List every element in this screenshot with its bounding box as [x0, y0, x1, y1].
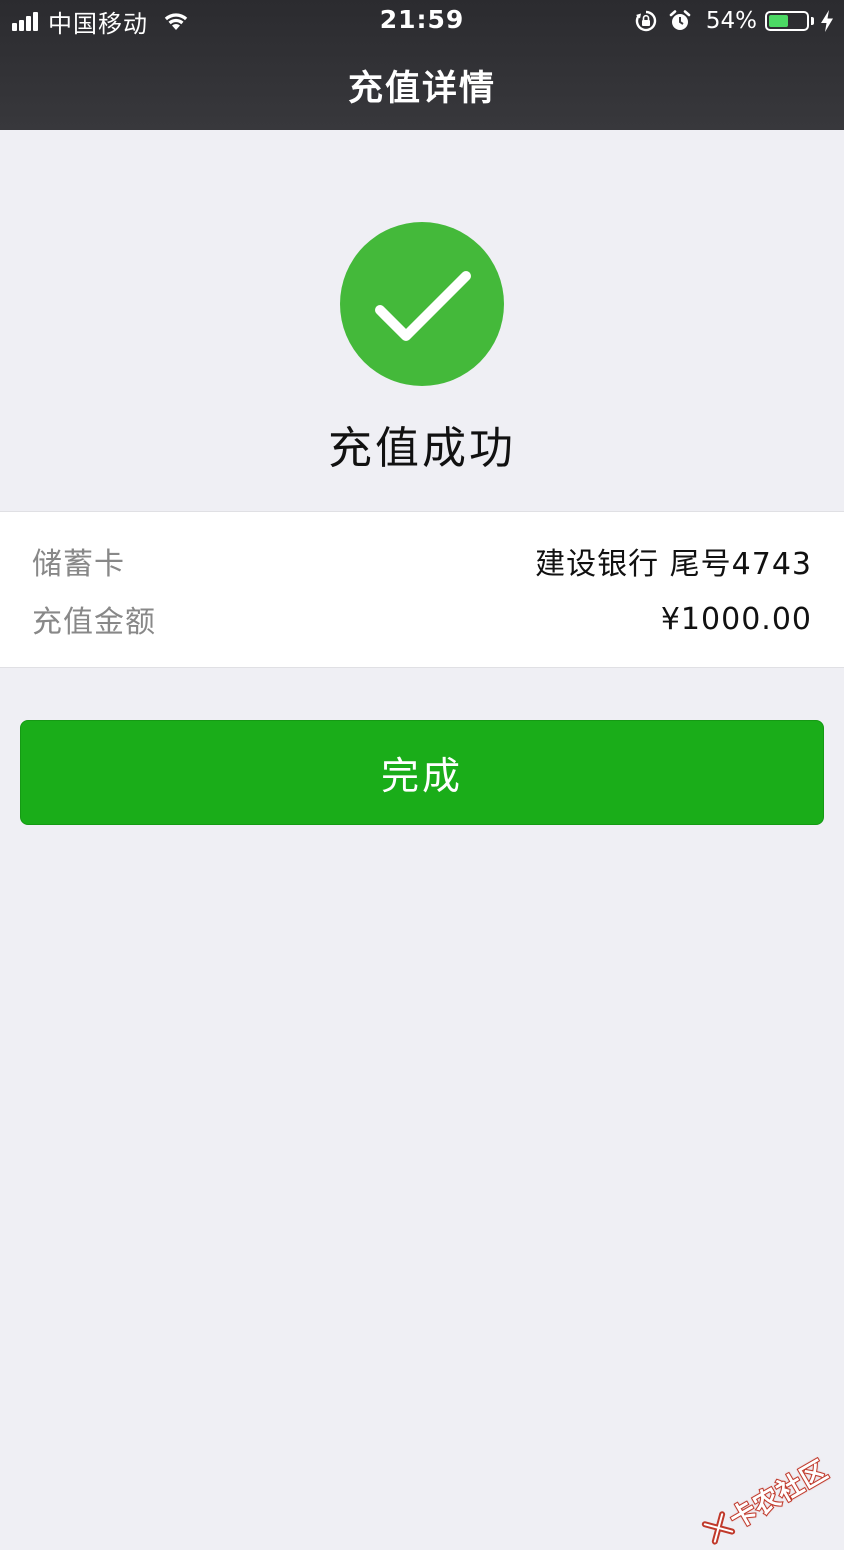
status-bar: 中国移动 21:59 54% [0, 0, 844, 44]
amount-value: ¥1000.00 [660, 601, 812, 637]
recharge-details: 储蓄卡 建设银行 尾号4743 充值金额 ¥1000.00 [0, 511, 844, 668]
status-right: 54% [624, 6, 834, 36]
detail-row-card: 储蓄卡 建设银行 尾号4743 [32, 536, 812, 586]
battery-level-fill [769, 15, 789, 27]
battery-percentage: 54% [705, 8, 757, 34]
check-circle-icon [340, 222, 504, 386]
watermark-text: 卡农社区 [724, 1454, 835, 1536]
amount-label: 充值金额 [32, 605, 156, 640]
result-title: 充值成功 [328, 423, 516, 474]
battery-cap [811, 17, 814, 25]
app-header: 中国移动 21:59 54% 充值详情 [0, 0, 844, 130]
charging-icon [821, 10, 833, 32]
orientation-lock-icon [635, 10, 657, 32]
alarm-icon [669, 10, 691, 30]
done-button[interactable]: 完成 [20, 720, 824, 825]
battery-icon [765, 11, 809, 31]
card-label: 储蓄卡 [32, 547, 125, 582]
page-title: 充值详情 [347, 69, 496, 109]
card-value: 建设银行 尾号4743 [535, 547, 812, 582]
detail-row-amount: 充值金额 ¥1000.00 [32, 594, 812, 644]
